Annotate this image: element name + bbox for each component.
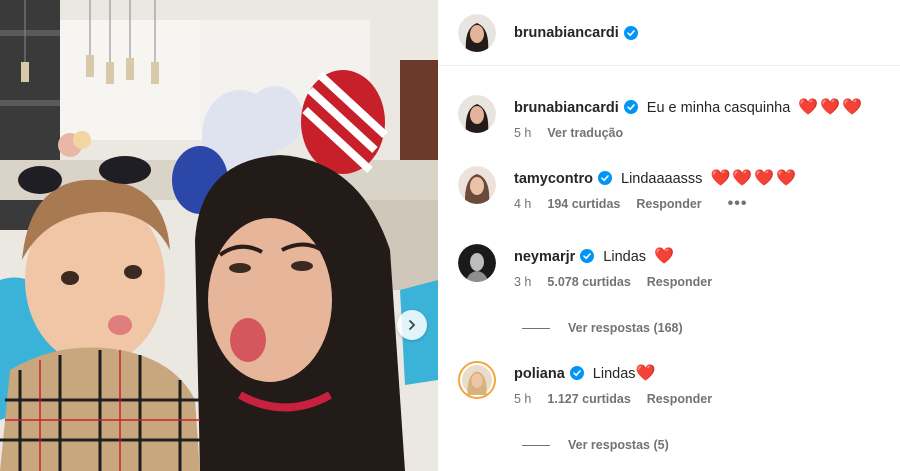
chevron-right-icon (409, 320, 416, 330)
author-avatar[interactable] (458, 13, 496, 52)
comment-item: tamycontro Lindaaaasss ❤️❤️❤️❤️ 4 h 194 … (458, 166, 888, 212)
heart-emojis: ❤️ (635, 365, 658, 382)
post-header: brunabiancardi (438, 0, 900, 66)
verified-badge-icon (623, 25, 638, 40)
commenter-avatar[interactable] (458, 166, 496, 204)
reply-button[interactable]: Responder (647, 275, 712, 289)
comment-time: 5 h (514, 126, 532, 140)
comment-likes[interactable]: 1.127 curtidas (547, 392, 630, 406)
comment-likes[interactable]: 194 curtidas (547, 197, 620, 211)
caption-text: Eu e minha casquinha (646, 100, 791, 116)
verified-badge-icon (623, 100, 638, 114)
caption-avatar[interactable] (458, 95, 496, 133)
comment-item: neymarjr Lindas ❤️ 3 h 5.078 curtidas Re… (458, 244, 888, 289)
caption-comment: brunabiancardi Eu e minha casquinha ❤️❤️… (458, 95, 888, 140)
commenter-username[interactable]: poliana (514, 366, 565, 382)
comment-text: Lindas (592, 366, 636, 382)
more-options-icon[interactable]: ••• (728, 196, 748, 212)
commenter-username[interactable]: tamycontro (514, 171, 593, 187)
verified-badge-icon (580, 249, 595, 263)
commenter-avatar[interactable] (458, 244, 496, 282)
comment-time: 5 h (514, 392, 532, 406)
comment-item: poliana Lindas❤️ 5 h 1.127 curtidas Resp… (458, 361, 888, 406)
reply-button[interactable]: Responder (647, 392, 712, 406)
comment-likes[interactable]: 5.078 curtidas (547, 275, 630, 289)
see-translation-link[interactable]: Ver tradução (547, 126, 623, 140)
commenter-avatar[interactable] (458, 361, 496, 399)
avatar-image (458, 13, 496, 52)
divider-line (522, 327, 550, 329)
comment-time: 3 h (514, 275, 532, 289)
post-photo (0, 0, 438, 471)
caption-username[interactable]: brunabiancardi (514, 100, 619, 116)
carousel-next-button[interactable] (397, 310, 427, 340)
avatar-image (458, 244, 496, 282)
author-username[interactable]: brunabiancardi (514, 25, 619, 41)
reply-button[interactable]: Responder (636, 197, 701, 211)
comments-panel: brunabiancardi brunabiancardi Eu e minha… (438, 0, 900, 471)
view-replies-label: Ver respostas (5) (568, 438, 669, 452)
comment-text: Lindas (603, 249, 647, 265)
divider-line (522, 444, 550, 446)
avatar-image (458, 166, 496, 204)
view-replies-button[interactable]: Ver respostas (5) (522, 438, 669, 452)
heart-emojis: ❤️❤️❤️❤️ (710, 170, 799, 187)
verified-badge-icon (597, 171, 612, 185)
view-replies-button[interactable]: Ver respostas (168) (522, 321, 683, 335)
view-replies-label: Ver respostas (168) (568, 321, 683, 335)
comment-time: 4 h (514, 197, 532, 211)
heart-emojis: ❤️❤️❤️ (798, 99, 865, 116)
heart-emojis: ❤️ (654, 248, 676, 265)
commenter-username[interactable]: neymarjr (514, 249, 575, 265)
comment-text: Lindaaaasss (621, 171, 703, 187)
avatar-image (458, 95, 496, 133)
photo-illustration (0, 0, 438, 471)
verified-badge-icon (569, 366, 584, 380)
avatar-image (462, 365, 492, 395)
